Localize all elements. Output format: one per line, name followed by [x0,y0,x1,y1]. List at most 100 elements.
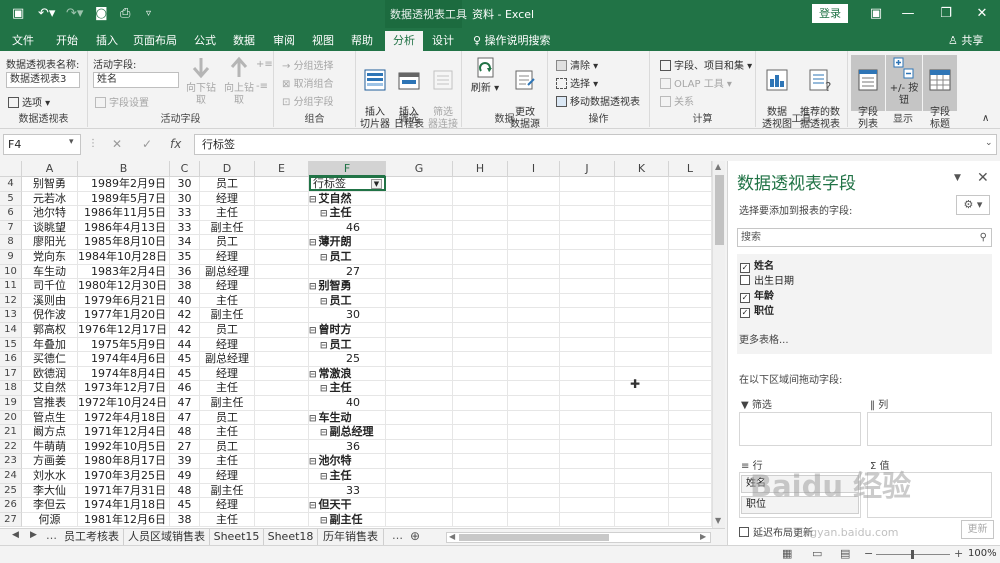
table-cell[interactable] [615,220,669,236]
collapse-icon[interactable]: ⊟ [320,341,328,351]
table-cell[interactable]: 34 [170,235,200,250]
table-cell[interactable] [560,279,615,294]
table-cell[interactable]: 副总经理 [200,264,255,280]
table-cell[interactable] [560,250,615,265]
checkbox-checked-icon[interactable]: ✓ [740,293,750,303]
table-cell[interactable]: 经理 [200,498,255,513]
table-cell[interactable] [615,293,669,309]
table-cell[interactable]: 经理 [200,366,255,382]
drill-up-button[interactable]: 向上钻取 [222,55,256,107]
pivot-cell[interactable]: ⊟ 员工 [309,293,386,309]
refresh-button[interactable]: 刷新 ▾ [468,55,502,95]
checkbox-unchecked-icon[interactable] [739,527,749,537]
table-cell[interactable] [508,293,560,309]
field-item[interactable]: 出生日期 [740,275,794,289]
collapse-icon[interactable]: ⊟ [320,472,328,482]
table-cell[interactable]: 48 [170,483,200,499]
field-headers-button[interactable]: 字段 标题 [923,55,957,130]
checkbox-checked-icon[interactable]: ✓ [740,263,750,273]
table-cell[interactable] [669,352,712,367]
table-cell[interactable]: 42 [170,323,200,338]
pivot-name-input[interactable]: 数据透视表3 [6,72,80,88]
table-cell[interactable] [386,177,453,192]
table-cell[interactable]: 45 [170,352,200,367]
table-cell[interactable] [508,191,560,207]
table-cell[interactable] [615,177,669,192]
table-cell[interactable]: 员工 [200,235,255,250]
table-cell[interactable]: 谈眺望 [22,220,78,236]
table-cell[interactable]: 1981年12月6日 [78,512,170,528]
pivot-cell[interactable]: ⊟ 副总经理 [309,425,386,440]
fields-items-button[interactable]: 字段、项目和集 ▾ [660,57,752,72]
table-cell[interactable] [255,425,309,440]
worksheet-grid[interactable]: ABCDEFGHIJKL 4 别智勇 1989年2月9日 30 员工 5 元若冰 1989年5… [0,161,712,529]
row-header[interactable]: 7 [0,220,22,236]
horizontal-scrollbar[interactable]: ◀ ▶ [446,532,711,543]
table-cell[interactable] [508,279,560,294]
table-cell[interactable] [560,323,615,338]
table-cell[interactable] [255,220,309,236]
column-header[interactable]: L [669,161,712,177]
table-cell[interactable] [255,293,309,309]
name-box-dropdown-icon[interactable]: ▾ [69,137,74,147]
table-cell[interactable]: 党向东 [22,250,78,265]
table-cell[interactable]: 经理 [200,250,255,265]
table-cell[interactable] [453,235,508,250]
table-cell[interactable] [453,293,508,309]
table-cell[interactable]: 33 [170,220,200,236]
vertical-scroll-thumb[interactable] [715,175,724,245]
table-cell[interactable] [669,206,712,221]
redo-icon[interactable]: ↷▾ [66,5,83,23]
table-cell[interactable] [255,483,309,499]
tab-analyze[interactable]: 分析 [385,31,423,51]
pane-settings-button[interactable]: ⚙ ▾ [956,195,990,215]
tab-insert[interactable]: 插入 [92,31,122,51]
sheet-tab[interactable]: Sheet18 [264,529,318,545]
ungroup-button[interactable]: ⊠ 取消组合 [282,75,334,90]
table-cell[interactable]: 郭高权 [22,323,78,338]
row-header[interactable]: 5 [0,191,22,207]
camera-icon[interactable]: ◙ [95,5,108,23]
table-cell[interactable]: 1992年10月5日 [78,439,170,455]
table-cell[interactable]: 1973年12月7日 [78,381,170,396]
table-cell[interactable] [386,483,453,499]
select-button[interactable]: 选择 ▾ [556,75,598,90]
zoom-in-icon[interactable]: + [954,547,963,560]
table-cell[interactable] [669,293,712,309]
print-preview-icon[interactable]: ⎙ [120,5,130,23]
column-header[interactable]: F [309,161,386,177]
select-all-corner[interactable] [0,161,22,177]
table-cell[interactable] [453,250,508,265]
table-cell[interactable]: 买德仁 [22,352,78,367]
table-cell[interactable] [386,366,453,382]
column-header[interactable]: E [255,161,309,177]
table-cell[interactable]: 36 [170,264,200,280]
table-cell[interactable] [560,439,615,455]
table-cell[interactable]: 副主任 [200,483,255,499]
table-cell[interactable] [669,250,712,265]
tab-help[interactable]: 帮助 [347,31,377,51]
table-cell[interactable] [453,206,508,221]
row-header[interactable]: 22 [0,439,22,455]
tell-me-search[interactable]: ♀ 操作说明搜索 [473,31,557,51]
table-cell[interactable] [508,250,560,265]
page-break-view-icon[interactable]: ▤ [840,547,850,560]
table-cell[interactable]: 1972年10月24日 [78,396,170,411]
table-cell[interactable]: 1976年12月17日 [78,323,170,338]
table-cell[interactable] [615,323,669,338]
table-cell[interactable] [560,177,615,192]
table-cell[interactable] [669,264,712,280]
pivot-cell[interactable]: ⊟ 主任 [309,381,386,396]
table-cell[interactable] [453,381,508,396]
row-header[interactable]: 24 [0,469,22,484]
table-cell[interactable]: 阚方点 [22,425,78,440]
table-cell[interactable]: 欧德润 [22,366,78,382]
pivot-cell[interactable]: ⊟ 艾自然 [309,191,386,207]
table-cell[interactable]: 1986年11月5日 [78,206,170,221]
table-cell[interactable] [386,293,453,309]
table-cell[interactable] [255,337,309,353]
table-cell[interactable] [255,410,309,426]
next-sheet-icon[interactable]: ▶ [30,530,37,540]
table-cell[interactable]: 1986年4月13日 [78,220,170,236]
table-cell[interactable]: 主任 [200,512,255,528]
